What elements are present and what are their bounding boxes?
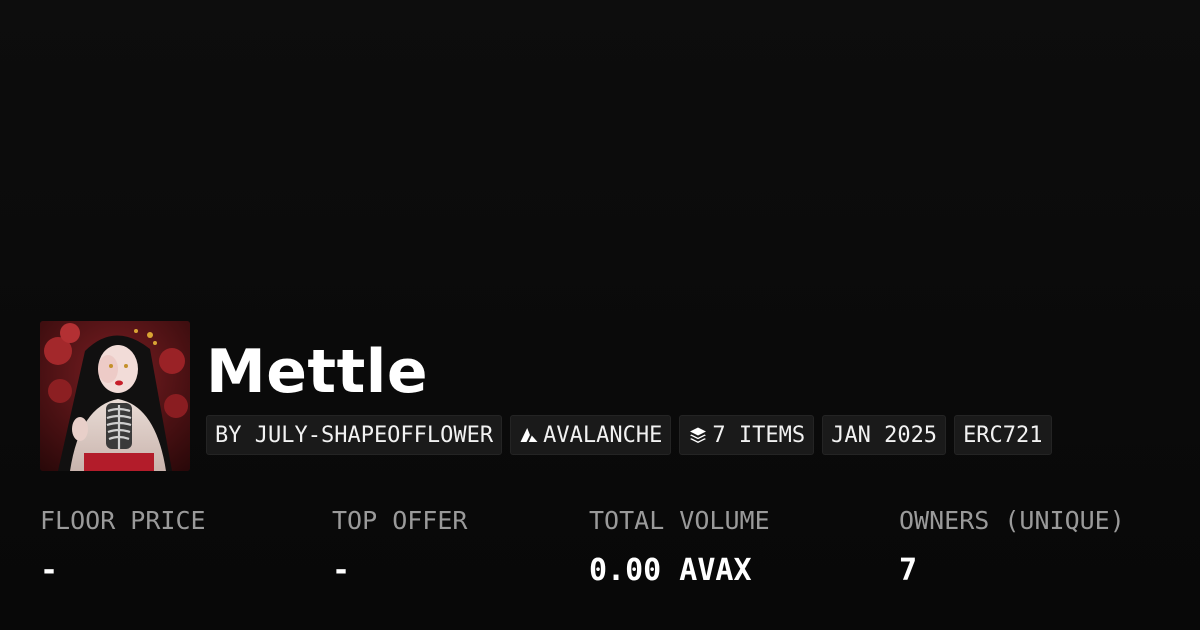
chain-tag[interactable]: AVALANCHE <box>510 415 672 455</box>
stat-label: TOTAL VOLUME <box>589 506 770 535</box>
date-label: JAN 2025 <box>831 422 938 448</box>
standard-label: ERC721 <box>963 422 1043 448</box>
stat-label: OWNERS (UNIQUE) <box>899 506 1125 535</box>
items-label: 7 ITEMS <box>712 422 806 448</box>
stat-value: - <box>332 553 351 588</box>
standard-tag: ERC721 <box>954 415 1052 455</box>
collection-title: Mettle <box>206 337 429 407</box>
creator-label: BY JULY-SHAPEOFFLOWER <box>215 422 494 448</box>
collection-artwork <box>40 321 190 471</box>
collection-thumbnail <box>40 321 190 471</box>
stat-label: TOP OFFER <box>332 506 468 535</box>
stat-owners: OWNERS (UNIQUE) 7 <box>899 503 1125 591</box>
layers-icon <box>688 425 708 445</box>
og-card: Mettle BY JULY-SHAPEOFFLOWER AVALANCHE 7… <box>0 0 1200 630</box>
items-tag[interactable]: 7 ITEMS <box>679 415 815 455</box>
stat-label: FLOOR PRICE <box>40 506 206 535</box>
stat-value: - <box>40 553 59 588</box>
date-tag: JAN 2025 <box>822 415 947 455</box>
stat-total-volume: TOTAL VOLUME 0.00 AVAX <box>589 503 770 591</box>
collection-tags: BY JULY-SHAPEOFFLOWER AVALANCHE 7 ITEMS <box>206 415 1052 455</box>
avalanche-logo-icon <box>519 425 539 445</box>
stat-top-offer: TOP OFFER - <box>332 503 467 591</box>
stat-value: 7 <box>899 553 918 588</box>
stat-floor-price: FLOOR PRICE - <box>40 503 206 591</box>
creator-tag[interactable]: BY JULY-SHAPEOFFLOWER <box>206 415 503 455</box>
chain-label: AVALANCHE <box>543 422 663 448</box>
stat-value: 0.00 AVAX <box>589 553 752 588</box>
